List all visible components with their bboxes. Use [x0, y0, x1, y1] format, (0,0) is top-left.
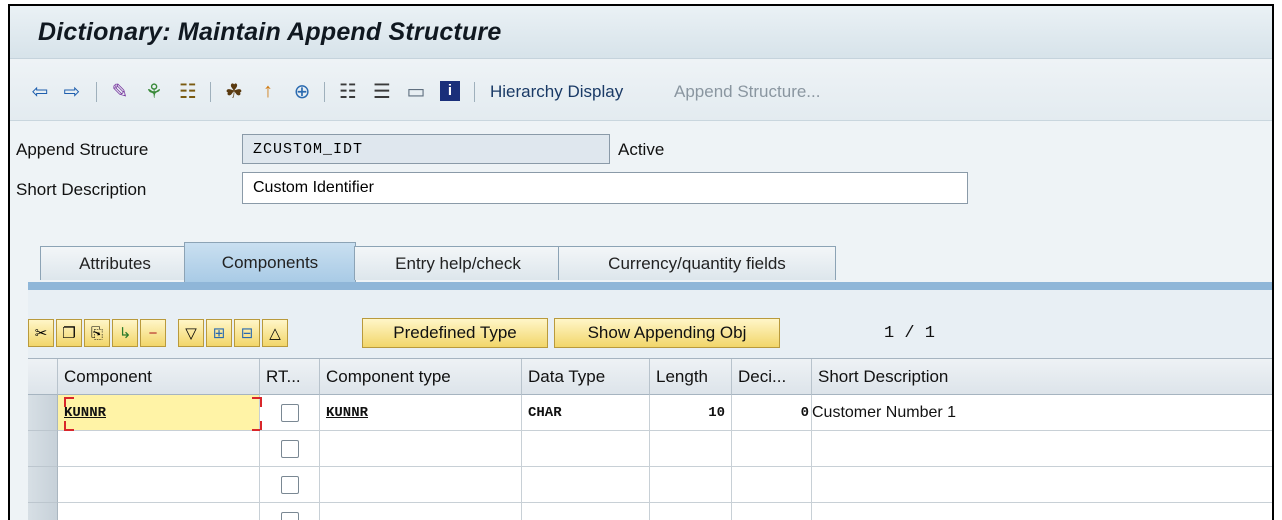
activate-icon[interactable]: ⚘ [140, 78, 168, 104]
short-description-cell[interactable] [812, 431, 1272, 467]
expand-icon[interactable]: ⊞ [206, 319, 232, 347]
tab-label: Currency/quantity fields [608, 253, 786, 273]
data-type-cell[interactable]: CHAR [522, 395, 650, 431]
rt-checkbox[interactable] [280, 511, 299, 520]
short-description-cell[interactable] [812, 503, 1272, 520]
component-cell[interactable] [58, 431, 260, 467]
column-header-data-type[interactable]: Data Type [522, 359, 650, 395]
tab-components[interactable]: Components [184, 242, 356, 282]
column-header-length[interactable]: Length [650, 359, 732, 395]
component-cell[interactable] [58, 503, 260, 520]
length-cell[interactable] [650, 467, 732, 503]
title-bar: Dictionary: Maintain Append Structure [10, 6, 1272, 59]
focus-corner [64, 397, 74, 407]
technical-settings-icon[interactable]: ☷ [334, 78, 362, 104]
indexes-icon[interactable]: ☰ [368, 78, 396, 104]
row-selector[interactable] [28, 467, 58, 503]
screen-icon[interactable]: ▭ [402, 78, 430, 104]
length-cell[interactable] [650, 503, 732, 520]
toolbar-separator [474, 82, 475, 102]
row-selector[interactable] [28, 395, 58, 431]
tab-currency-quantity-fields[interactable]: Currency/quantity fields [558, 246, 836, 280]
decimals-cell[interactable]: 0 [732, 395, 812, 431]
short-description-field[interactable]: Custom Identifier [242, 172, 968, 204]
rt-cell[interactable] [260, 467, 320, 503]
append-structure-label: Append Structure [16, 140, 149, 159]
data-type-cell[interactable] [522, 467, 650, 503]
column-header-decimals[interactable]: Deci... [732, 359, 812, 395]
rt-checkbox[interactable] [280, 439, 299, 458]
data-type-cell[interactable] [522, 503, 650, 520]
display-object-list-icon[interactable]: ☷ [174, 78, 202, 104]
component-type-cell[interactable] [320, 467, 522, 503]
short-description-value: Custom Identifier [253, 179, 374, 196]
rt-cell[interactable] [260, 503, 320, 520]
column-header-component[interactable]: Component [58, 359, 260, 395]
row-selector[interactable] [28, 503, 58, 520]
append-structure-field: ZCUSTOM_IDT [242, 134, 610, 164]
append-structure-button[interactable]: Append Structure... [674, 82, 820, 102]
tab-entry-help-check[interactable]: Entry help/check [354, 246, 562, 280]
collapse-icon[interactable]: ⊟ [234, 319, 260, 347]
tab-underline [28, 282, 1272, 290]
component-type-cell[interactable]: KUNNR [320, 395, 522, 431]
row-selector[interactable] [28, 431, 58, 467]
component-cell[interactable] [58, 467, 260, 503]
select-all-header[interactable] [28, 359, 58, 395]
decimals-cell[interactable] [732, 503, 812, 520]
application-toolbar: ⇦ ⇨ ✎ ⚘ ☷ ☘ ↑ ⊕ ☷ ☰ ▭ i Hierarchy Displa… [10, 60, 1272, 121]
rt-cell[interactable] [260, 431, 320, 467]
tab-label: Entry help/check [395, 253, 521, 273]
rt-checkbox[interactable] [280, 475, 299, 494]
component-type-cell[interactable] [320, 503, 522, 520]
show-appending-obj-button[interactable]: Show Appending Obj [554, 318, 780, 348]
short-description-label: Short Description [16, 180, 147, 199]
status-text: Active [618, 140, 665, 159]
toolbar-separator [96, 82, 97, 102]
sap-window: Dictionary: Maintain Append Structure ⇦ … [8, 4, 1274, 520]
page-counter: 1 / 1 [884, 324, 936, 343]
copy-icon[interactable]: ❐ [56, 319, 82, 347]
focus-corner [64, 421, 74, 431]
decimals-cell[interactable] [732, 467, 812, 503]
edit-toggle-icon[interactable]: ✎ [106, 78, 134, 104]
column-header-short-description[interactable]: Short Description [812, 359, 1272, 395]
cut-icon[interactable]: ✂ [28, 319, 54, 347]
tab-label: Attributes [79, 253, 151, 273]
append-structure-value: ZCUSTOM_IDT [253, 140, 364, 158]
grid-toolbar: ✂ ❐ ⎘ ↳ − ▽ ⊞ ⊟ △ [28, 316, 290, 350]
length-cell[interactable] [650, 431, 732, 467]
data-type-cell[interactable] [522, 431, 650, 467]
component-type-cell[interactable] [320, 431, 522, 467]
component-cell[interactable]: KUNNR [58, 395, 260, 431]
back-arrow-icon[interactable]: ⇦ [26, 78, 54, 104]
components-table: Component RT... Component type Data Type… [28, 358, 1272, 520]
hierarchy-display-button[interactable]: Hierarchy Display [490, 82, 623, 102]
short-description-cell[interactable] [812, 467, 1272, 503]
rt-cell[interactable] [260, 395, 320, 431]
insert-row-icon[interactable]: ↳ [112, 319, 138, 347]
info-icon[interactable]: i [436, 78, 464, 104]
rt-checkbox[interactable] [280, 403, 299, 422]
toolbar-separator [324, 82, 325, 102]
tab-attributes[interactable]: Attributes [40, 246, 190, 280]
navigate-icon[interactable]: ⊕ [288, 78, 316, 104]
predefined-type-button[interactable]: Predefined Type [362, 318, 548, 348]
tab-strip: Attributes Components Entry help/check C… [10, 240, 1272, 284]
up-icon[interactable]: △ [262, 319, 288, 347]
window-title: Dictionary: Maintain Append Structure [38, 18, 502, 46]
tab-label: Components [221, 252, 319, 272]
where-used-icon[interactable]: ☘ [220, 78, 248, 104]
delete-row-icon[interactable]: − [140, 319, 166, 347]
column-header-component-type[interactable]: Component type [320, 359, 522, 395]
column-header-rt[interactable]: RT... [260, 359, 320, 395]
length-cell[interactable]: 10 [650, 395, 732, 431]
hierarchy-icon[interactable]: ↑ [254, 78, 282, 104]
paste-icon[interactable]: ⎘ [84, 319, 110, 347]
find-icon[interactable]: ▽ [178, 319, 204, 347]
short-description-cell[interactable]: Customer Number 1 [812, 395, 1272, 431]
toolbar-separator [210, 82, 211, 102]
forward-arrow-icon[interactable]: ⇨ [58, 78, 86, 104]
decimals-cell[interactable] [732, 431, 812, 467]
